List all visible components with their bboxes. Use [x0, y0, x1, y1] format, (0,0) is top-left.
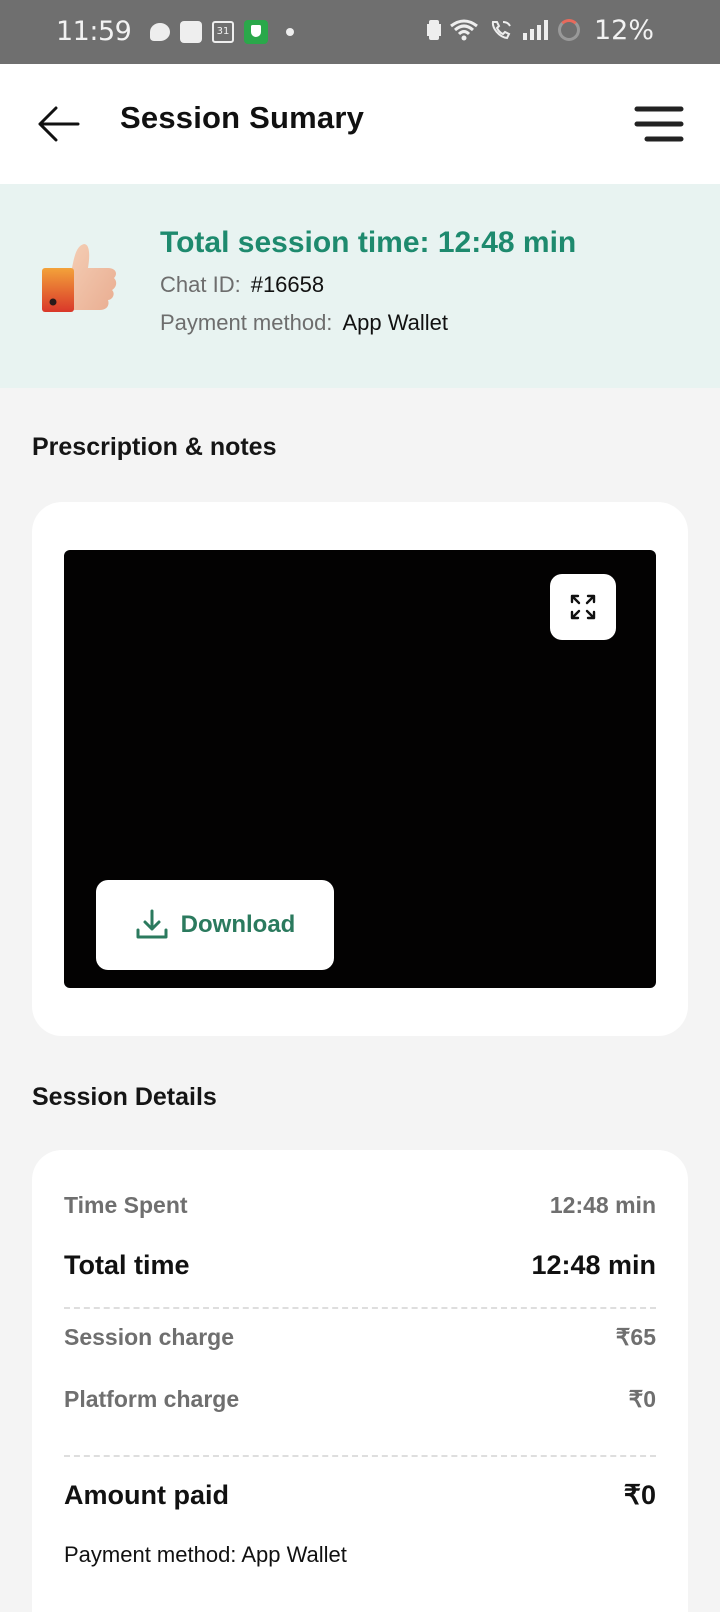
- total-time-value: 12:48 min: [531, 1250, 656, 1280]
- expand-icon: [570, 594, 596, 620]
- payment-method-value: App Wallet: [342, 310, 449, 335]
- payment-method-label: Payment method:: [160, 310, 333, 335]
- total-time-label: Total time: [64, 1250, 190, 1280]
- dot-icon: [286, 28, 294, 36]
- dashed-divider: [64, 1455, 656, 1457]
- total-session-time: Total session time: 12:48 min: [160, 226, 577, 259]
- total-time-row: Total time 12:48 min: [64, 1250, 656, 1281]
- expand-button[interactable]: [550, 574, 616, 640]
- session-details-card: Time Spent 12:48 min Total time 12:48 mi…: [32, 1150, 688, 1612]
- amount-paid-row: Amount paid ₹0: [64, 1480, 656, 1511]
- square-app-icon: [180, 21, 202, 43]
- session-charge-value: ₹65: [615, 1324, 656, 1350]
- payment-method-footer: Payment method: App Wallet: [64, 1542, 347, 1567]
- prescription-section-title: Prescription & notes: [32, 433, 277, 461]
- status-bar: 11:59 31 12%: [0, 0, 720, 64]
- time-spent-value: 12:48 min: [549, 1192, 656, 1218]
- download-icon: [136, 909, 168, 939]
- chat-bubble-icon: [150, 23, 170, 41]
- status-time: 11:59: [56, 16, 132, 47]
- prescription-image[interactable]: Download: [64, 550, 656, 988]
- payment-method-row: Payment method: App Wallet: [160, 310, 448, 336]
- dashed-divider: [64, 1307, 656, 1309]
- hamburger-menu-icon: [634, 106, 684, 142]
- session-charge-label: Session charge: [64, 1324, 235, 1350]
- back-button[interactable]: [36, 102, 82, 146]
- thumbs-up-icon: [42, 244, 117, 312]
- wifi-calling-icon: [491, 21, 511, 40]
- session-details-title: Session Details: [32, 1083, 217, 1111]
- page-title: Session Sumary: [120, 100, 365, 135]
- chat-id-value: #16658: [250, 272, 325, 297]
- amount-paid-label: Amount paid: [64, 1480, 229, 1510]
- battery-ring-icon: [558, 19, 580, 41]
- platform-charge-label: Platform charge: [64, 1386, 240, 1412]
- calendar-icon: 31: [212, 21, 234, 43]
- app-bar: Session Sumary: [0, 64, 720, 184]
- signal-icon: [523, 20, 548, 40]
- shield-icon: [244, 20, 268, 44]
- session-summary-banner: Total session time: 12:48 min Chat ID: #1…: [0, 184, 720, 388]
- time-spent-label: Time Spent: [64, 1192, 188, 1218]
- battery-percent: 12%: [593, 15, 654, 46]
- time-spent-row: Time Spent 12:48 min: [64, 1192, 656, 1219]
- chat-id-row: Chat ID: #16658: [160, 272, 324, 298]
- amount-paid-value: ₹0: [623, 1480, 656, 1510]
- system-icons: [429, 18, 580, 42]
- prescription-card: Download: [32, 502, 688, 1036]
- menu-button[interactable]: [634, 102, 684, 146]
- download-button[interactable]: Download: [96, 880, 334, 970]
- arrow-left-icon: [38, 106, 80, 142]
- wifi-icon: [450, 19, 478, 41]
- chat-id-label: Chat ID:: [160, 272, 241, 297]
- vibrate-icon: [429, 20, 439, 40]
- download-label: Download: [180, 911, 296, 938]
- session-charge-row: Session charge ₹65: [64, 1324, 656, 1351]
- platform-charge-row: Platform charge ₹0: [64, 1386, 656, 1413]
- platform-charge-value: ₹0: [628, 1386, 656, 1412]
- notification-icons: 31: [150, 20, 294, 44]
